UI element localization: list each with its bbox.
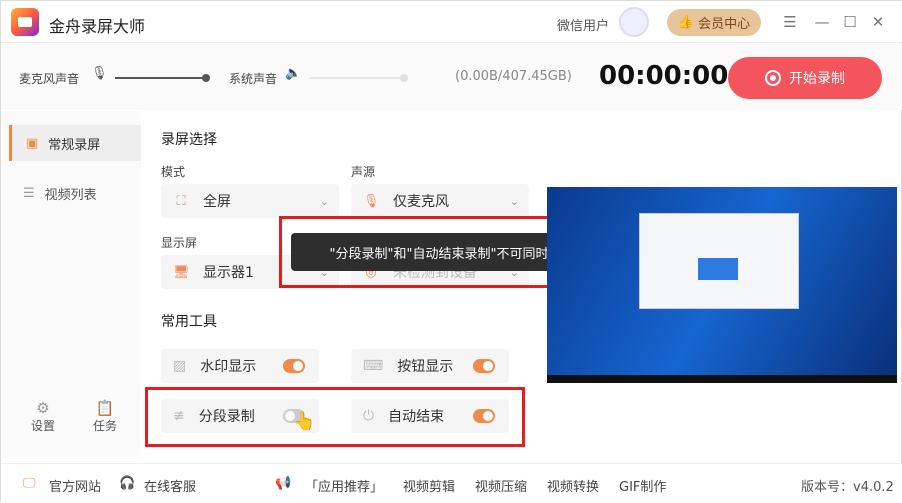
avatar[interactable] [619, 7, 649, 37]
tasks-button[interactable]: 📋 任务 [93, 399, 117, 434]
key-display-toggle[interactable] [473, 359, 495, 373]
section-title-record-select: 录屏选择 [161, 132, 217, 148]
maximize-button[interactable]: ☐ [841, 13, 859, 31]
preview-taskbar [547, 375, 897, 383]
sidebar-item-regular-record[interactable]: ▣ 常规录屏 [9, 125, 141, 161]
app-recommend-label: 「应用推荐」 [305, 480, 384, 495]
vip-center-button[interactable]: 👍 会员中心 [667, 9, 761, 36]
chevron-down-icon: ⌄ [509, 194, 519, 208]
app-logo [11, 8, 39, 36]
sidebar-label: 视频列表 [44, 187, 97, 203]
title-bar: 金舟录屏大师 微信用户 👍 会员中心 ☰ — ☐ ✕ [1, 1, 902, 43]
app-title: 金舟录屏大师 [49, 17, 146, 36]
thumb-up-icon: 👍 [677, 15, 695, 30]
online-support-link[interactable]: 在线客服 [144, 476, 196, 495]
chevron-down-icon: ⌄ [319, 194, 329, 208]
monitor-icon: 🖥 [173, 264, 190, 280]
video-edit-link[interactable]: 视频剪辑 [403, 476, 455, 495]
fullscreen-icon: ⛶ [176, 193, 186, 209]
sidebar: ▣ 常规录屏 ☰ 视频列表 ⚙ 设置 📋 任务 [1, 111, 141, 457]
headset-icon: 🎧 [119, 476, 136, 491]
monitor-icon: 🖵 [23, 476, 36, 491]
microphone-icon[interactable]: 🎙 [91, 66, 108, 81]
display-label: 显示屏 [161, 236, 198, 250]
mode-value: 全屏 [203, 194, 231, 210]
mode-select[interactable]: ⛶ 全屏 ⌄ [161, 184, 339, 218]
tool-watermark: ▨ 水印显示 [161, 349, 319, 383]
screen-preview [547, 187, 897, 383]
settings-label: 设置 [31, 419, 56, 433]
highlight-box-tools [145, 387, 525, 447]
audio-source-select[interactable]: 🎙 仅麦克风 ⌄ [351, 184, 529, 218]
list-icon: ☰ [23, 185, 35, 201]
gif-make-link[interactable]: GIF制作 [619, 476, 666, 495]
mic-volume-label: 麦克风声音 [19, 72, 80, 86]
system-volume-slider[interactable] [309, 74, 408, 82]
watermark-icon: ▨ [173, 358, 187, 374]
tool-label: 水印显示 [200, 359, 257, 375]
version-label: 版本号：v4.0.2 [801, 480, 894, 495]
watermark-toggle[interactable] [283, 359, 305, 373]
section-title-tools: 常用工具 [161, 314, 217, 330]
close-button[interactable]: ✕ [869, 13, 887, 31]
speaker-icon[interactable]: 🔈 [285, 66, 301, 81]
start-record-label: 开始录制 [789, 71, 845, 87]
source-label: 声源 [351, 165, 376, 179]
system-volume-label: 系统声音 [229, 72, 278, 86]
start-record-button[interactable]: 开始录制 [728, 57, 882, 99]
minimize-button[interactable]: — [813, 13, 831, 31]
preview-window [639, 213, 799, 309]
tool-label: 按钮显示 [397, 359, 454, 375]
record-icon [765, 70, 781, 86]
vip-label: 会员中心 [698, 17, 751, 32]
gear-icon: ⚙ [36, 399, 50, 417]
mic-volume-slider[interactable] [115, 74, 210, 82]
megaphone-icon: 📢 [275, 476, 292, 491]
video-compress-link[interactable]: 视频压缩 [475, 476, 527, 495]
microphone-icon: 🎙 [363, 193, 380, 209]
camera-icon: ▣ [26, 135, 39, 151]
footer: 🖵 官方网站 🎧 在线客服 📢 「应用推荐」 视频剪辑 视频压缩 视频转换 GI… [1, 463, 902, 503]
source-value: 仅麦克风 [393, 194, 449, 210]
tasks-label: 任务 [93, 419, 118, 433]
clipboard-icon: 📋 [95, 399, 115, 417]
record-timer: 00:00:00 [599, 61, 729, 91]
user-name[interactable]: 微信用户 [557, 15, 609, 34]
menu-icon[interactable]: ☰ [781, 13, 799, 31]
storage-info: (0.00B/407.45GB) [455, 69, 572, 84]
settings-button[interactable]: ⚙ 设置 [31, 399, 55, 434]
keyboard-icon: ⌨ [363, 358, 384, 374]
tool-key-display: ⌨ 按钮显示 [351, 349, 509, 383]
mode-label: 模式 [161, 165, 186, 179]
official-site-link[interactable]: 官方网站 [49, 476, 101, 495]
display-value: 显示器1 [203, 265, 254, 281]
sidebar-item-video-list[interactable]: ☰ 视频列表 [9, 175, 141, 211]
video-convert-link[interactable]: 视频转换 [547, 476, 599, 495]
sidebar-label: 常规录屏 [48, 137, 101, 153]
